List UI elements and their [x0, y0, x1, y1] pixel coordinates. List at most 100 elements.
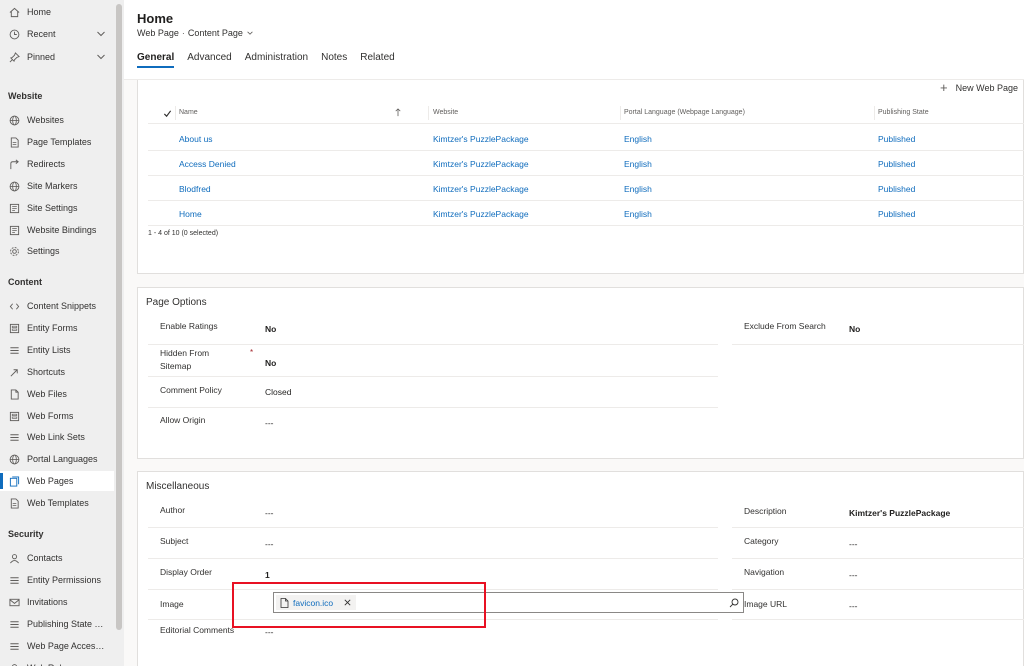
sidebar-item-entity-lists[interactable]: Entity Lists	[0, 340, 114, 360]
cell-website[interactable]: Kimtzer's PuzzlePackage	[433, 184, 529, 194]
hidden-from-sitemap-value[interactable]: No	[265, 358, 276, 368]
page-options-section: Page Options Enable Ratings No Hidden Fr…	[137, 287, 1024, 459]
cell-language[interactable]: English	[624, 134, 652, 144]
sidebar-item-pinned[interactable]: Pinned	[0, 47, 114, 67]
author-value[interactable]: ---	[265, 508, 274, 518]
tab-notes[interactable]: Notes	[321, 52, 347, 68]
chevron-down-icon[interactable]	[246, 29, 254, 37]
sidebar-item-invitations[interactable]: Invitations	[0, 592, 114, 612]
description-value[interactable]: Kimtzer's PuzzlePackage	[849, 508, 950, 518]
sidebar-item-label: Web Pages	[27, 476, 74, 486]
field-divider	[732, 558, 1024, 559]
miscellaneous-section: Miscellaneous Author --- Subject --- Dis…	[137, 471, 1024, 666]
table-row[interactable]: About us Kimtzer's PuzzlePackage English Pu…	[148, 126, 1024, 151]
tab-advanced[interactable]: Advanced	[187, 52, 231, 68]
sidebar-item-home[interactable]: Home	[0, 2, 114, 22]
tab-administration[interactable]: Administration	[245, 52, 308, 68]
person-icon	[8, 662, 20, 666]
field-divider	[148, 558, 718, 559]
required-indicator: *	[250, 348, 254, 357]
sidebar-item-web-templates[interactable]: Web Templates	[0, 493, 114, 513]
cell-website[interactable]: Kimtzer's PuzzlePackage	[433, 134, 529, 144]
sitemap-sidebar: Home Recent Pinned Website Websites Page Temp…	[0, 0, 124, 666]
display-order-value[interactable]: 1	[265, 570, 270, 580]
subject-value[interactable]: ---	[265, 539, 274, 549]
plus-icon: +	[940, 80, 948, 95]
new-web-page-button[interactable]: + New Web Page	[940, 80, 1018, 95]
subject-label: Subject	[160, 536, 189, 546]
sidebar-item-redirects[interactable]: Redirects	[0, 154, 114, 174]
tab-general[interactable]: General	[137, 52, 175, 68]
navigation-value[interactable]: ---	[849, 570, 858, 580]
table-row[interactable]: Access Denied Kimtzer's PuzzlePackage Engl…	[148, 151, 1024, 176]
cell-language[interactable]: English	[624, 209, 652, 219]
sidebar-item-content-snippets[interactable]: Content Snippets	[0, 296, 114, 316]
cell-publishing-state[interactable]: Published	[878, 184, 915, 194]
grid-record-count: 1 - 4 of 10 (0 selected)	[148, 230, 219, 237]
sidebar-item-entity-forms[interactable]: Entity Forms	[0, 318, 114, 338]
sidebar-item-entity-permissions[interactable]: Entity Permissions	[0, 570, 114, 590]
sidebar-item-web-forms[interactable]: Web Forms	[0, 406, 114, 426]
sidebar-item-contacts[interactable]: Contacts	[0, 548, 114, 568]
cell-publishing-state[interactable]: Published	[878, 134, 915, 144]
sidebar-item-label: Content Snippets	[27, 301, 97, 311]
cell-language[interactable]: English	[624, 184, 652, 194]
sidebar-item-web-roles[interactable]: Web Roles	[0, 658, 114, 666]
hidden-from-sitemap-label: Hidden From Sitemap	[160, 348, 210, 371]
sidebar-item-page-templates[interactable]: Page Templates	[0, 132, 114, 152]
sidebar-scroll-thumb[interactable]	[116, 4, 122, 630]
allow-origin-value[interactable]: ---	[265, 418, 274, 428]
enable-ratings-value[interactable]: No	[265, 324, 276, 334]
cell-publishing-state[interactable]: Published	[878, 209, 915, 219]
cell-publishing-state[interactable]: Published	[878, 159, 915, 169]
cell-language[interactable]: English	[624, 159, 652, 169]
table-row[interactable]: Home Kimtzer's PuzzlePackage English Publis…	[148, 201, 1024, 226]
exclude-from-search-value[interactable]: No	[849, 324, 860, 334]
cell-name[interactable]: Home	[179, 209, 202, 219]
cell-website[interactable]: Kimtzer's PuzzlePackage	[433, 159, 529, 169]
document-icon	[8, 497, 20, 509]
category-value[interactable]: ---	[849, 539, 858, 549]
table-row[interactable]: Blodfred Kimtzer's PuzzlePackage English Pu…	[148, 176, 1024, 201]
sidebar-item-site-markers[interactable]: Site Markers	[0, 176, 114, 196]
sort-ascending-icon[interactable]	[394, 108, 402, 117]
list-icon	[8, 640, 20, 652]
column-header-language[interactable]: Portal Language (Webpage Language)	[624, 109, 745, 116]
search-icon[interactable]	[729, 598, 739, 608]
cell-website[interactable]: Kimtzer's PuzzlePackage	[433, 209, 529, 219]
column-header-website[interactable]: Website	[433, 109, 458, 116]
display-order-label: Display Order	[160, 567, 212, 577]
sidebar-item-shortcuts[interactable]: Shortcuts	[0, 362, 114, 382]
chevron-down-icon[interactable]	[96, 29, 106, 39]
sidebar-item-websites[interactable]: Websites	[0, 110, 114, 130]
sidebar-item-portal-languages[interactable]: Portal Languages	[0, 449, 114, 469]
form-selector[interactable]: Content Page	[188, 28, 243, 38]
sidebar-item-recent[interactable]: Recent	[0, 24, 114, 44]
gear-icon	[8, 245, 20, 257]
image-label: Image	[160, 599, 184, 609]
select-all-checkmark-icon[interactable]	[163, 109, 172, 118]
sidebar-item-site-settings[interactable]: Site Settings	[0, 198, 114, 218]
form-icon	[8, 410, 20, 422]
sidebar-item-web-page-access[interactable]: Web Page Access ...	[0, 636, 114, 656]
comment-policy-value[interactable]: Closed	[265, 387, 291, 397]
sidebar-item-web-link-sets[interactable]: Web Link Sets	[0, 427, 114, 447]
column-header-publishing-state[interactable]: Publishing State	[878, 109, 929, 116]
cell-name[interactable]: Access Denied	[179, 159, 236, 169]
sidebar-item-label: Websites	[27, 115, 64, 125]
cell-name[interactable]: Blodfred	[179, 184, 211, 194]
shortcut-icon	[8, 366, 20, 378]
sidebar-item-web-pages[interactable]: Web Pages	[0, 471, 114, 491]
chevron-down-icon[interactable]	[96, 52, 106, 62]
image-url-value[interactable]: ---	[849, 601, 858, 611]
cell-name[interactable]: About us	[179, 134, 213, 144]
tab-related[interactable]: Related	[360, 52, 394, 68]
sidebar-item-website-bindings[interactable]: Website Bindings	[0, 220, 114, 240]
sidebar-scrollbar[interactable]	[114, 0, 124, 666]
exclude-from-search-label: Exclude From Search	[744, 321, 826, 331]
column-header-name[interactable]: Name	[179, 109, 198, 116]
sidebar-item-publishing-state-tr[interactable]: Publishing State Tr...	[0, 614, 114, 634]
sidebar-item-settings[interactable]: Settings	[0, 241, 114, 261]
sidebar-item-web-files[interactable]: Web Files	[0, 384, 114, 404]
editorial-comments-value[interactable]: ---	[265, 627, 274, 637]
